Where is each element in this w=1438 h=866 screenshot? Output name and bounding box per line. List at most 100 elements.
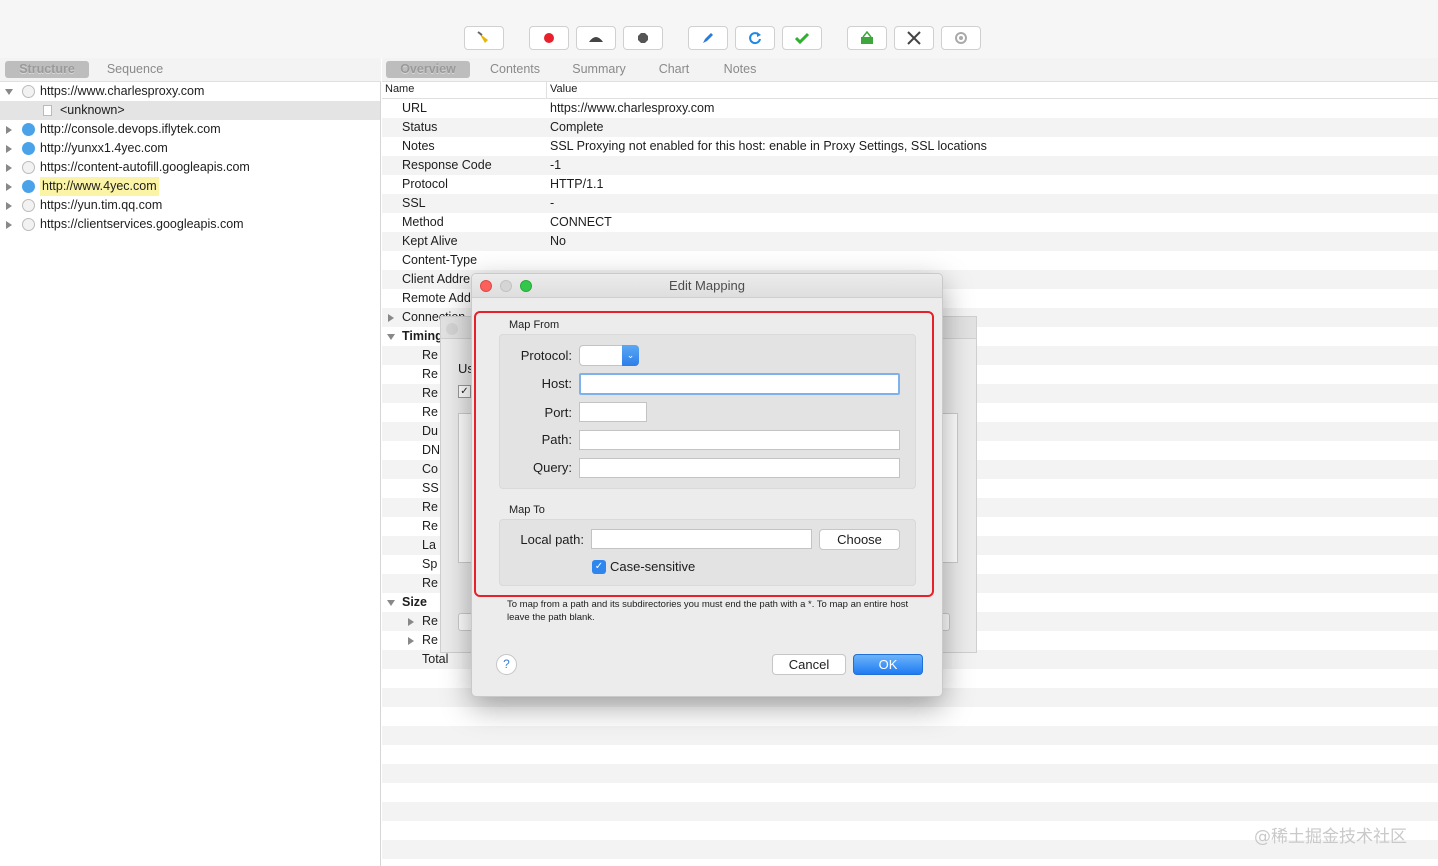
table-row[interactable]: Response Code -1 xyxy=(382,156,1438,175)
row-name: URL xyxy=(402,101,428,115)
table-row[interactable]: URL https://www.charlesproxy.com xyxy=(382,99,1438,118)
tree-label: http://console.devops.iflytek.com xyxy=(40,122,221,136)
row-name: Notes xyxy=(402,139,435,153)
table-row[interactable]: Method CONNECT xyxy=(382,213,1438,232)
tree-row[interactable]: https://content-autofill.googleapis.com xyxy=(0,158,380,177)
tree-row[interactable]: https://www.charlesproxy.com xyxy=(0,82,380,101)
tree-label: https://content-autofill.googleapis.com xyxy=(40,160,250,174)
table-row[interactable]: Notes SSL Proxying not enabled for this h… xyxy=(382,137,1438,156)
row-name: Timing xyxy=(402,329,443,343)
row-name: Re xyxy=(422,367,438,381)
tab-overview[interactable]: Overview xyxy=(386,61,470,78)
checkmark-icon[interactable] xyxy=(782,26,822,50)
row-name: Re xyxy=(422,386,438,400)
column-header-value[interactable]: Value xyxy=(550,83,577,95)
tree-label: http://yunxx1.4yec.com xyxy=(40,141,168,155)
row-name: Sp xyxy=(422,557,438,571)
tree-row[interactable]: https://clientservices.googleapis.com xyxy=(0,215,380,234)
broom-icon[interactable] xyxy=(464,26,504,50)
row-name: DN xyxy=(422,443,441,457)
disclosure-right-icon[interactable] xyxy=(6,221,12,229)
row-name: Re xyxy=(422,405,438,419)
basket-icon[interactable] xyxy=(847,26,887,50)
hint-text: To map from a path and its subdirectorie… xyxy=(507,599,909,623)
row-value: CONNECT xyxy=(550,215,612,229)
tree-label-highlighted: http://www.4yec.com xyxy=(40,177,159,196)
disclosure-right-icon[interactable] xyxy=(6,126,12,134)
lock-icon xyxy=(22,161,35,174)
row-name: Kept Alive xyxy=(402,234,458,248)
bg-checkbox[interactable]: ✓ xyxy=(458,385,471,398)
disclosure-down-icon[interactable] xyxy=(5,89,13,95)
row-name: SS xyxy=(422,481,439,495)
ok-button[interactable]: OK xyxy=(853,654,923,675)
stop-icon[interactable] xyxy=(623,26,663,50)
lock-icon xyxy=(22,85,35,98)
refresh-icon[interactable] xyxy=(735,26,775,50)
throttle-icon[interactable] xyxy=(576,26,616,50)
left-tabbar: Structure Sequence xyxy=(0,58,381,82)
row-value: SSL Proxying not enabled for this host: … xyxy=(550,139,987,153)
disclosure-down-icon[interactable] xyxy=(387,334,395,340)
tree-row[interactable]: http://console.devops.iflytek.com xyxy=(0,120,380,139)
tree-row[interactable]: http://www.4yec.com xyxy=(0,177,380,196)
row-name: Remote Add xyxy=(402,291,471,305)
row-name: Size xyxy=(402,595,428,609)
tree-label: https://clientservices.googleapis.com xyxy=(40,217,244,231)
tab-notes[interactable]: Notes xyxy=(715,61,765,78)
dialog-title: Edit Mapping xyxy=(669,278,745,293)
tree-label: https://yun.tim.qq.com xyxy=(40,198,163,212)
disclosure-right-icon[interactable] xyxy=(6,145,12,153)
row-name: Re xyxy=(422,614,438,628)
disclosure-down-icon[interactable] xyxy=(387,600,395,606)
row-value: -1 xyxy=(550,158,562,172)
table-row[interactable]: SSL - xyxy=(382,194,1438,213)
disclosure-right-icon[interactable] xyxy=(388,314,394,322)
pen-icon[interactable] xyxy=(688,26,728,50)
table-row[interactable]: Kept Alive No xyxy=(382,232,1438,251)
row-name: Protocol xyxy=(402,177,448,191)
settings-icon[interactable] xyxy=(941,26,981,50)
globe-icon xyxy=(22,142,35,155)
row-name: Co xyxy=(422,462,438,476)
row-name: Re xyxy=(422,519,438,533)
row-value: HTTP/1.1 xyxy=(550,177,604,191)
lock-icon xyxy=(22,199,35,212)
tree-row[interactable]: http://yunxx1.4yec.com xyxy=(0,139,380,158)
main-toolbar xyxy=(0,0,1438,58)
table-row[interactable]: Status Complete xyxy=(382,118,1438,137)
row-name: Content-Type xyxy=(402,253,478,267)
tab-sequence[interactable]: Sequence xyxy=(95,61,175,78)
table-row[interactable]: Content-Type xyxy=(382,251,1438,270)
row-name: La xyxy=(422,538,436,552)
tools-icon[interactable] xyxy=(894,26,934,50)
tab-structure[interactable]: Structure xyxy=(5,61,89,78)
right-tabbar: Overview Contents Summary Chart Notes xyxy=(382,58,1438,82)
globe-icon xyxy=(22,123,35,136)
row-name: Status xyxy=(402,120,438,134)
disclosure-right-icon[interactable] xyxy=(408,637,414,645)
tab-chart[interactable]: Chart xyxy=(647,61,701,78)
record-icon[interactable] xyxy=(529,26,569,50)
column-header-name[interactable]: Name xyxy=(385,83,414,95)
tree-row[interactable]: https://yun.tim.qq.com xyxy=(0,196,380,215)
table-header: Name Value xyxy=(382,82,1438,99)
highlight-annotation-box xyxy=(474,311,934,597)
table-row[interactable]: Protocol HTTP/1.1 xyxy=(382,175,1438,194)
tab-contents[interactable]: Contents xyxy=(480,61,550,78)
lock-icon xyxy=(22,218,35,231)
row-name: Re xyxy=(422,633,438,647)
row-name: Re xyxy=(422,500,438,514)
tree-row-child[interactable]: <unknown> xyxy=(0,101,380,120)
disclosure-right-icon[interactable] xyxy=(6,183,12,191)
help-button[interactable]: ? xyxy=(496,654,517,675)
tab-summary[interactable]: Summary xyxy=(564,61,634,78)
row-name: Method xyxy=(402,215,444,229)
row-value: https://www.charlesproxy.com xyxy=(550,101,715,115)
row-name: Response Code xyxy=(402,158,492,172)
disclosure-right-icon[interactable] xyxy=(408,618,414,626)
disclosure-right-icon[interactable] xyxy=(6,164,12,172)
cancel-button[interactable]: Cancel xyxy=(772,654,846,675)
dialog-titlebar: Edit Mapping xyxy=(472,274,942,298)
disclosure-right-icon[interactable] xyxy=(6,202,12,210)
